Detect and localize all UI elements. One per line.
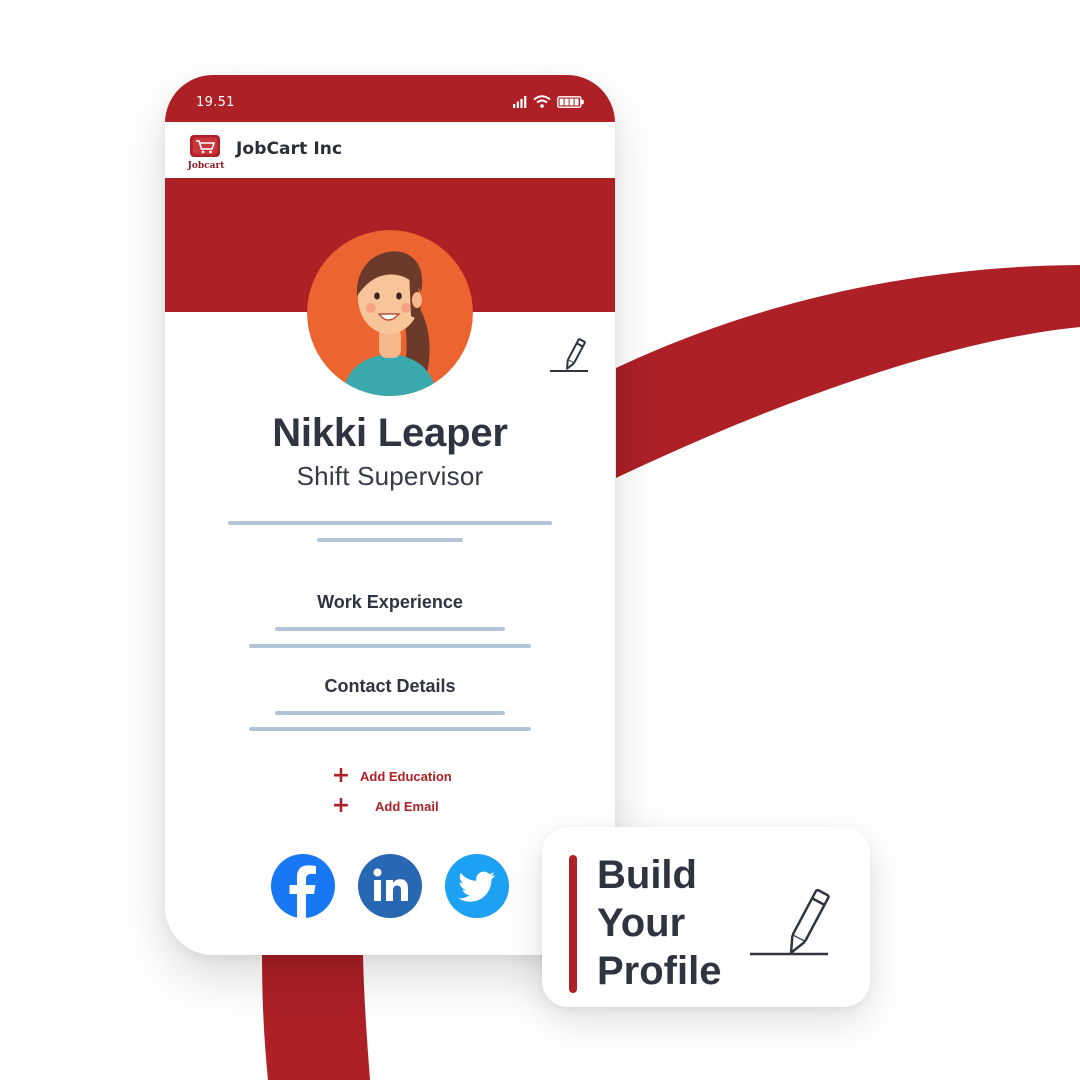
twitter-icon[interactable]: [445, 854, 509, 918]
placeholder-line: [275, 627, 505, 631]
linkedin-icon[interactable]: [358, 854, 422, 918]
pencil-icon: [750, 888, 830, 956]
callout-line: Build: [597, 853, 697, 897]
status-icons: [513, 95, 585, 108]
add-email-button[interactable]: + Add Email: [331, 795, 439, 817]
add-education-button[interactable]: + Add Education: [331, 765, 452, 787]
facebook-icon[interactable]: [271, 854, 335, 918]
twitter-glyph: [458, 871, 495, 902]
battery-icon: [557, 95, 584, 108]
add-education-label: Add Education: [360, 768, 452, 784]
facebook-glyph: [289, 865, 316, 918]
placeholder-line: [228, 521, 552, 525]
signal-icon: [513, 95, 527, 108]
jobcart-logo[interactable]: Jobcart: [187, 134, 227, 172]
callout-line: Your: [597, 901, 686, 945]
company-name: JobCart Inc: [236, 139, 343, 159]
plus-icon: +: [331, 763, 351, 788]
callout-line: Profile: [597, 949, 722, 993]
status-bar: 19.51: [165, 75, 615, 122]
profile-name: Nikki Leaper: [272, 411, 508, 455]
profile-role: Shift Supervisor: [296, 461, 484, 491]
add-email-label: Add Email: [375, 798, 439, 814]
phone-mockup: 19.51 Jobcart JobCart Inc Nikki Leaper S…: [165, 75, 615, 955]
wifi-icon: [533, 95, 551, 108]
edit-profile-pencil-icon[interactable]: [548, 335, 590, 375]
placeholder-line: [249, 644, 531, 648]
profile-avatar[interactable]: [307, 230, 473, 396]
placeholder-line: [249, 727, 531, 731]
section-work-experience[interactable]: Work Experience: [165, 592, 615, 613]
plus-icon: +: [331, 793, 351, 818]
placeholder-line: [275, 711, 505, 715]
callout-accent-bar: [569, 855, 577, 993]
placeholder-line: [317, 538, 463, 542]
app-bar: Jobcart JobCart Inc: [165, 122, 615, 178]
svg-text:Jobcart: Jobcart: [187, 161, 225, 171]
linkedin-glyph: [373, 868, 408, 901]
section-contact-details[interactable]: Contact Details: [165, 676, 615, 697]
callout-text: Build Your Profile: [597, 851, 747, 995]
status-time: 19.51: [196, 95, 235, 110]
build-profile-callout[interactable]: Build Your Profile: [542, 827, 870, 1007]
